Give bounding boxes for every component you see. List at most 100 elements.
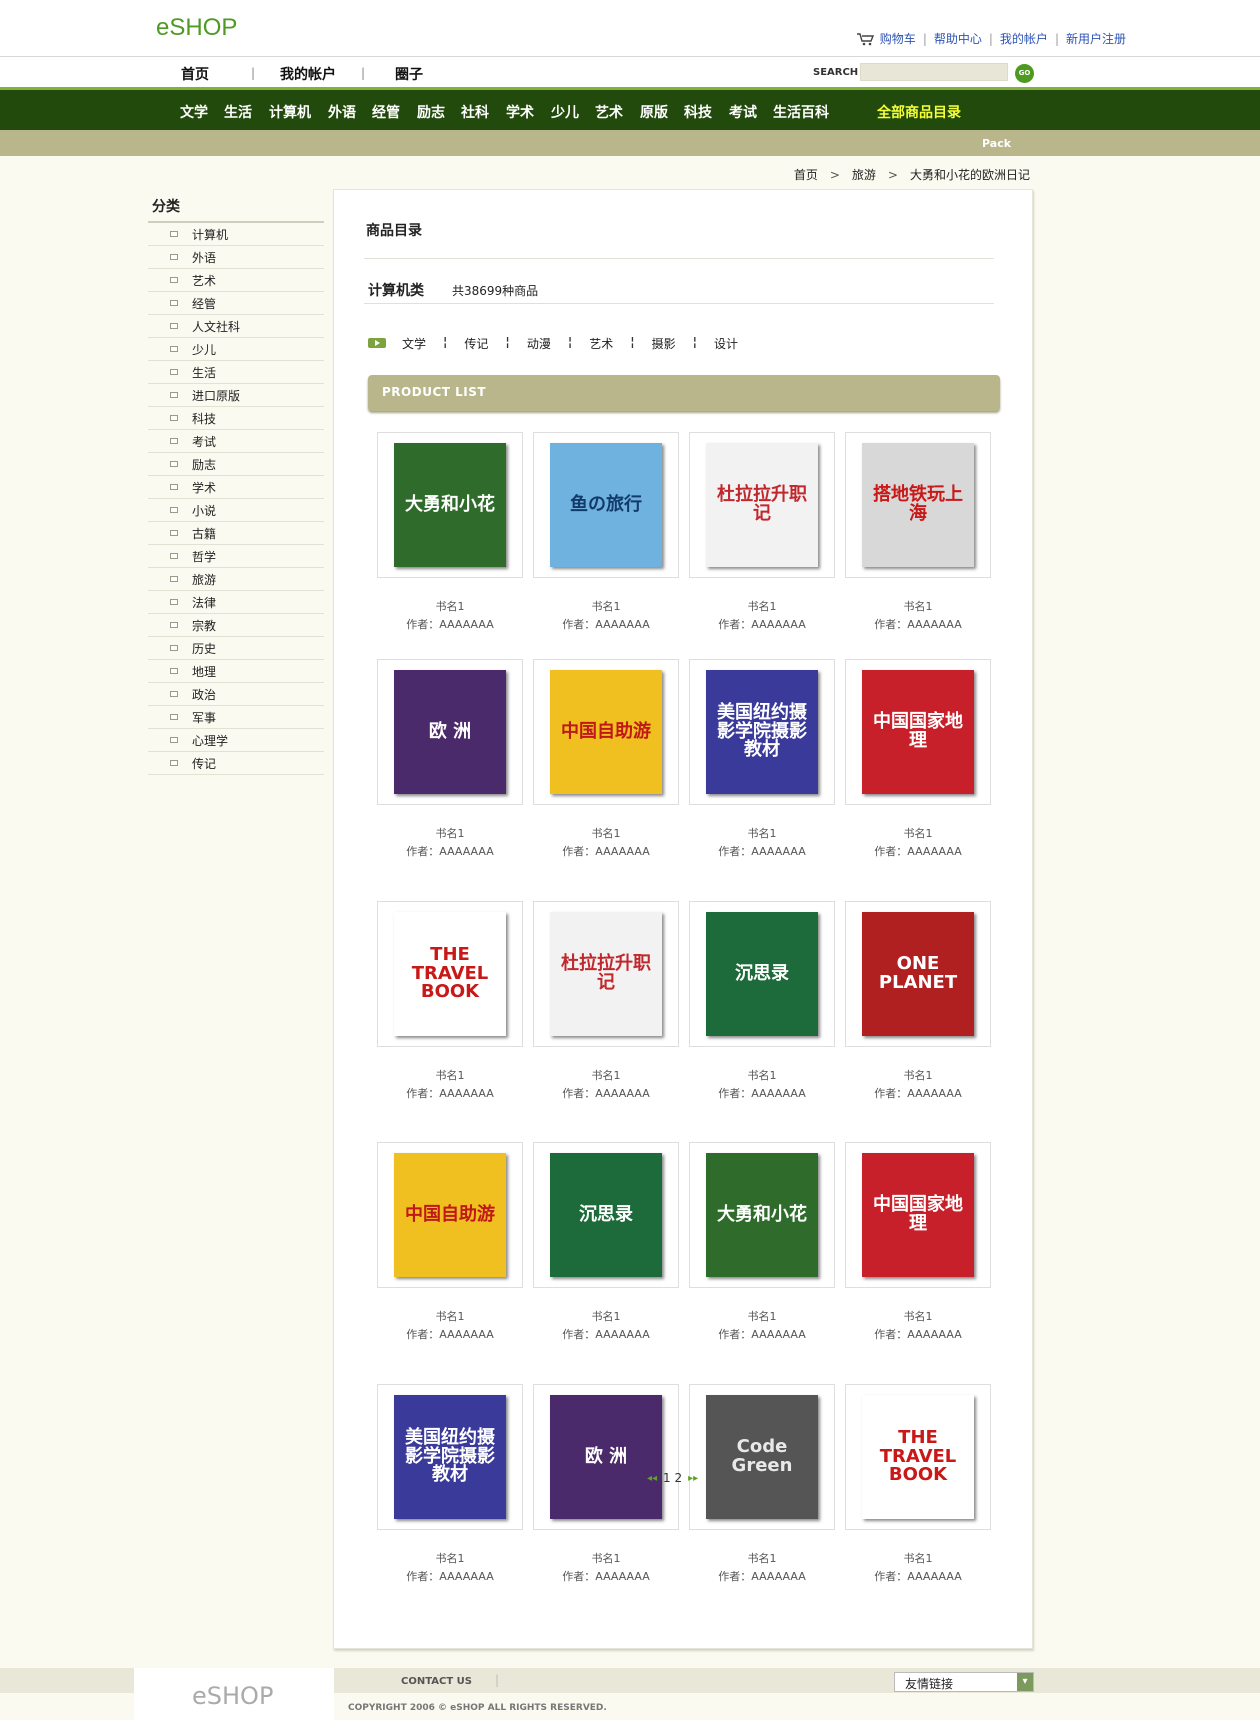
product-card[interactable]: THE TRAVEL BOOK 书名1 作者：AAAAAAA: [377, 901, 523, 1101]
sidebar-item[interactable]: 心理学: [148, 729, 324, 752]
product-name[interactable]: 书名1: [689, 1550, 835, 1566]
next-page-icon[interactable]: ▸▸: [688, 1473, 698, 1484]
category-link[interactable]: 艺术: [595, 102, 623, 122]
sidebar-item[interactable]: 政治: [148, 683, 324, 706]
breadcrumb-home[interactable]: 首页: [794, 166, 818, 183]
sidebar-item[interactable]: 传记: [148, 752, 324, 775]
prev-page-icon[interactable]: ◂◂: [647, 1473, 657, 1484]
product-card[interactable]: THE TRAVEL BOOK 书名1 作者：AAAAAAA: [845, 1384, 991, 1584]
search-input[interactable]: [860, 63, 1008, 81]
category-link[interactable]: 文学: [180, 102, 208, 122]
tag-link[interactable]: 艺术: [589, 335, 613, 352]
product-name[interactable]: 书名1: [377, 1550, 523, 1566]
product-name[interactable]: 书名1: [377, 1308, 523, 1324]
product-thumbnail[interactable]: 美国纽约摄影学院摄影教材: [689, 659, 835, 805]
nav-home[interactable]: 首页: [181, 64, 209, 84]
product-thumbnail[interactable]: THE TRAVEL BOOK: [845, 1384, 991, 1530]
product-thumbnail[interactable]: THE TRAVEL BOOK: [377, 901, 523, 1047]
sidebar-item[interactable]: 科技: [148, 407, 324, 430]
product-name[interactable]: 书名1: [845, 598, 991, 614]
product-name[interactable]: 书名1: [533, 1308, 679, 1324]
page-numbers[interactable]: 1 2: [663, 1471, 682, 1485]
shopping-cart-icon[interactable]: [856, 32, 876, 46]
site-logo[interactable]: eSHOP: [156, 14, 237, 42]
product-name[interactable]: 书名1: [689, 825, 835, 841]
contact-us-link[interactable]: CONTACT US: [401, 1676, 472, 1687]
product-thumbnail[interactable]: 中国国家地理: [845, 1142, 991, 1288]
sidebar-item[interactable]: 人文社科: [148, 315, 324, 338]
product-name[interactable]: 书名1: [845, 1067, 991, 1083]
tag-link[interactable]: 动漫: [527, 335, 551, 352]
product-name[interactable]: 书名1: [377, 1067, 523, 1083]
friend-links-select[interactable]: 友情链接: [894, 1672, 1034, 1692]
sidebar-item[interactable]: 法律: [148, 591, 324, 614]
category-link[interactable]: 学术: [506, 102, 534, 122]
pack-label[interactable]: Pack: [982, 137, 1011, 150]
product-card[interactable]: ONE PLANET 书名1 作者：AAAAAAA: [845, 901, 991, 1101]
category-link[interactable]: 社科: [461, 102, 489, 122]
sidebar-item[interactable]: 哲学: [148, 545, 324, 568]
product-thumbnail[interactable]: 大勇和小花: [377, 432, 523, 578]
product-name[interactable]: 书名1: [689, 1308, 835, 1324]
chevron-down-icon[interactable]: ▾: [1017, 1673, 1033, 1691]
sidebar-item[interactable]: 少儿: [148, 338, 324, 361]
nav-my-account[interactable]: 我的帐户: [280, 64, 336, 84]
sidebar-item[interactable]: 地理: [148, 660, 324, 683]
tag-link[interactable]: 设计: [714, 335, 738, 352]
product-thumbnail[interactable]: Code Green: [689, 1384, 835, 1530]
product-card[interactable]: 杜拉拉升职记 书名1 作者：AAAAAAA: [533, 901, 679, 1101]
product-name[interactable]: 书名1: [845, 1550, 991, 1566]
product-name[interactable]: 书名1: [689, 598, 835, 614]
product-card[interactable]: 欧 洲书名1 作者：AAAAAAA: [377, 659, 523, 859]
sidebar-item[interactable]: 励志: [148, 453, 324, 476]
help-center-link[interactable]: 帮助中心: [934, 30, 982, 47]
product-thumbnail[interactable]: ONE PLANET: [845, 901, 991, 1047]
product-card[interactable]: 中国国家地理 书名1 作者：AAAAAAA: [845, 659, 991, 859]
product-name[interactable]: 书名1: [845, 1308, 991, 1324]
category-link[interactable]: 科技: [684, 102, 712, 122]
product-name[interactable]: 书名1: [689, 1067, 835, 1083]
product-thumbnail[interactable]: 美国纽约摄影学院摄影教材: [377, 1384, 523, 1530]
product-thumbnail[interactable]: 杜拉拉升职记: [533, 901, 679, 1047]
product-name[interactable]: 书名1: [533, 1550, 679, 1566]
category-link[interactable]: 考试: [729, 102, 757, 122]
product-card[interactable]: 沉思录 书名1 作者：AAAAAAA: [689, 901, 835, 1101]
product-card[interactable]: 中国自助游 书名1 作者：AAAAAAA: [377, 1142, 523, 1342]
product-thumbnail[interactable]: 沉思录: [689, 901, 835, 1047]
product-thumbnail[interactable]: 欧 洲: [533, 1384, 679, 1530]
product-thumbnail[interactable]: 大勇和小花: [689, 1142, 835, 1288]
sidebar-item[interactable]: 宗教: [148, 614, 324, 637]
sidebar-item[interactable]: 计算机: [148, 223, 324, 246]
product-name[interactable]: 书名1: [377, 825, 523, 841]
product-name[interactable]: 书名1: [845, 825, 991, 841]
category-link[interactable]: 生活: [224, 102, 252, 122]
product-thumbnail[interactable]: 鱼の旅行: [533, 432, 679, 578]
breadcrumb-travel[interactable]: 旅游: [852, 166, 876, 183]
category-link[interactable]: 少儿: [551, 102, 579, 122]
product-thumbnail[interactable]: 杜拉拉升职记: [689, 432, 835, 578]
my-account-link[interactable]: 我的帐户: [1000, 30, 1048, 47]
product-card[interactable]: Code Green 书名1 作者：AAAAAAA: [689, 1384, 835, 1584]
tag-link[interactable]: 文学: [402, 335, 426, 352]
sidebar-item[interactable]: 历史: [148, 637, 324, 660]
all-categories-link[interactable]: 全部商品目录: [877, 102, 961, 122]
tag-link[interactable]: 传记: [464, 335, 488, 352]
product-card[interactable]: 搭地铁玩上海 书名1 作者：AAAAAAA: [845, 432, 991, 632]
product-card[interactable]: 美国纽约摄影学院摄影教材 书名1 作者：AAAAAAA: [689, 659, 835, 859]
sidebar-item[interactable]: 艺术: [148, 269, 324, 292]
sidebar-item[interactable]: 学术: [148, 476, 324, 499]
sidebar-item[interactable]: 旅游: [148, 568, 324, 591]
sidebar-item[interactable]: 小说: [148, 499, 324, 522]
product-card[interactable]: 大勇和小花 书名1 作者：AAAAAAA: [377, 432, 523, 632]
product-card[interactable]: 中国自助游 书名1 作者：AAAAAAA: [533, 659, 679, 859]
category-link[interactable]: 原版: [640, 102, 668, 122]
category-link[interactable]: 经管: [372, 102, 400, 122]
category-link[interactable]: 外语: [328, 102, 356, 122]
product-name[interactable]: 书名1: [533, 1067, 679, 1083]
product-name[interactable]: 书名1: [533, 598, 679, 614]
category-link[interactable]: 计算机: [269, 102, 311, 122]
product-card[interactable]: 沉思录 书名1 作者：AAAAAAA: [533, 1142, 679, 1342]
product-card[interactable]: 美国纽约摄影学院摄影教材 书名1 作者：AAAAAAA: [377, 1384, 523, 1584]
product-name[interactable]: 书名1: [377, 598, 523, 614]
product-thumbnail[interactable]: 中国自助游: [533, 659, 679, 805]
